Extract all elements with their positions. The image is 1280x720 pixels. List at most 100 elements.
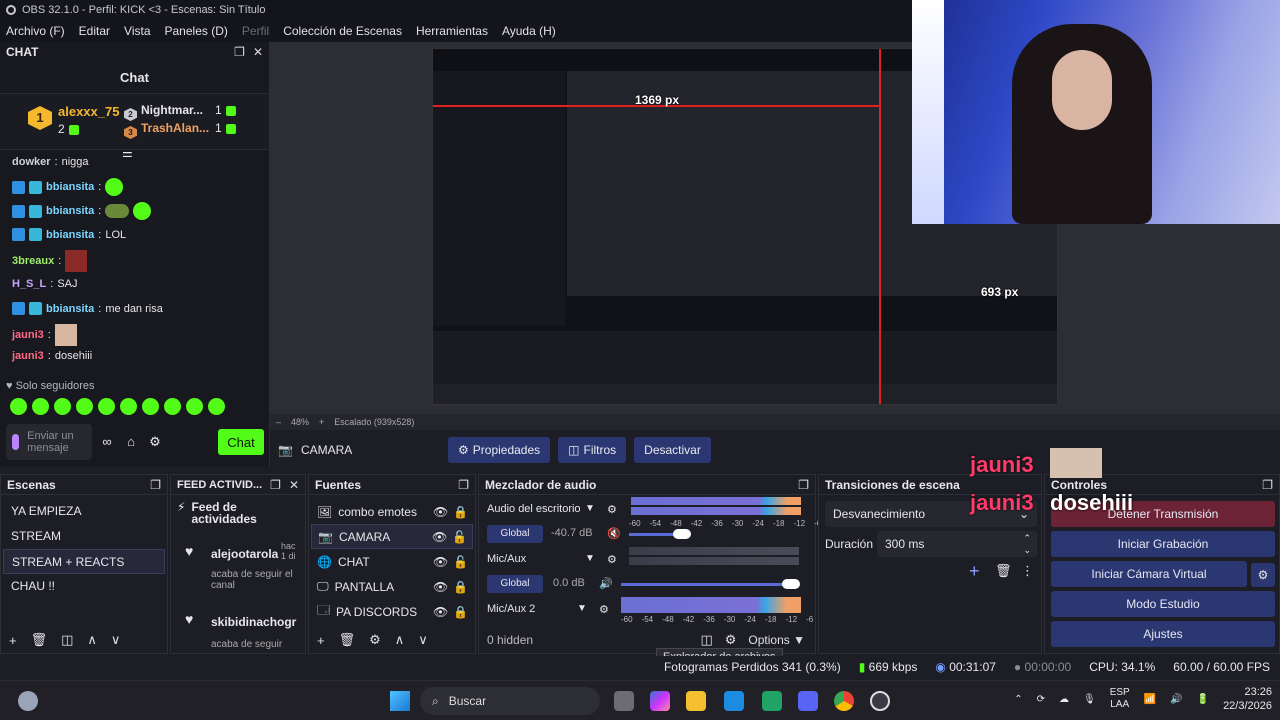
word-icon[interactable] [724, 691, 744, 711]
close-icon[interactable]: ✕ [289, 478, 299, 492]
microphone-icon[interactable]: 🎙 [1083, 694, 1096, 705]
source-item[interactable]: 🗔 PA DISCORDS 👁 🔒 [311, 599, 473, 624]
menu-tools[interactable]: Herramientas [416, 24, 488, 38]
menu-docks[interactable]: Paneles (D) [165, 24, 228, 38]
add-transition-icon[interactable]: + [969, 561, 980, 582]
duration-input[interactable]: 300 ms ⌃ ⌄ [877, 531, 1037, 557]
virtual-camera-settings-icon[interactable]: ⚙ [1251, 563, 1275, 587]
sync-icon[interactable]: ⟳ [1037, 694, 1045, 705]
windows-start-icon[interactable] [390, 691, 410, 711]
trash-icon[interactable]: 🗑 [995, 563, 1012, 579]
float-dock-icon[interactable]: ❐ [458, 478, 469, 492]
add-icon[interactable]: + [317, 633, 325, 648]
zoom-in-icon[interactable]: + [319, 417, 324, 427]
float-dock-icon[interactable]: ❐ [798, 478, 809, 492]
trash-icon[interactable]: 🗑 [31, 632, 48, 648]
second-place-name[interactable]: Nightmar... [141, 103, 203, 117]
chrome-icon[interactable] [834, 691, 854, 711]
volume-icon[interactable]: 🔊 [1170, 694, 1182, 705]
clock[interactable]: 23:26 22/3/2026 [1223, 685, 1272, 713]
filters-button[interactable]: ◫ Filtros [558, 437, 627, 463]
volume-slider-handle[interactable] [782, 579, 800, 589]
scene-item[interactable]: CHAU !! [3, 574, 165, 599]
studio-mode-button[interactable]: Modo Estudio [1051, 591, 1275, 617]
unlock-icon[interactable]: 🔓 [452, 530, 467, 544]
channel-dropdown-icon[interactable]: ▼ [585, 503, 595, 514]
lock-icon[interactable]: 🔒 [453, 505, 468, 519]
chat-input[interactable]: Enviar un mensaje [6, 424, 92, 460]
muted-speaker-icon[interactable]: 🔇 [607, 527, 621, 540]
zoom-out-icon[interactable]: – [276, 417, 281, 427]
channel-settings-icon[interactable]: ⚙ [599, 603, 609, 616]
copilot-icon[interactable] [650, 691, 670, 711]
volume-slider-handle[interactable] [673, 529, 691, 539]
volume-slider[interactable] [621, 583, 791, 586]
source-item-selected[interactable]: 📷 CAMARA 👁 🔓 [311, 524, 473, 549]
microphone-icon[interactable] [12, 434, 20, 450]
taskbar-search[interactable]: ⌕ Buscar [420, 687, 600, 715]
visibility-eye-icon[interactable]: 👁 [433, 505, 448, 519]
settings-gear-icon[interactable]: ⚙ [146, 433, 164, 451]
start-virtual-camera-button[interactable]: Iniciar Cámara Virtual [1051, 561, 1247, 587]
chat-messages[interactable]: ☰ dowker: nigga bbiansita: bbiansita: bbi… [0, 150, 269, 372]
menu-profile[interactable]: Perfil [242, 24, 269, 38]
gear-icon[interactable]: ⚙ [369, 632, 381, 648]
visibility-eye-icon[interactable]: 👁 [433, 605, 448, 619]
menu-scene-collection[interactable]: Colección de Escenas [283, 24, 402, 38]
scene-item-selected[interactable]: STREAM + REACTS [3, 549, 165, 574]
trash-icon[interactable]: 🗑 [339, 632, 356, 648]
settings-button[interactable]: Ajustes [1051, 621, 1275, 647]
move-down-icon[interactable]: ∨ [418, 632, 428, 648]
start-recording-button[interactable]: Iniciar Grabación [1051, 531, 1275, 557]
file-explorer-icon[interactable] [686, 691, 706, 711]
menu-file[interactable]: Archivo (F) [6, 24, 65, 38]
move-down-icon[interactable]: ∨ [111, 632, 121, 648]
lock-icon[interactable]: 🔒 [453, 605, 468, 619]
advanced-audio-icon[interactable]: ⚙ [725, 632, 737, 648]
mixer-layout-icon[interactable]: ◫ [700, 632, 712, 648]
add-icon[interactable]: + [9, 633, 17, 648]
source-item[interactable]: 🌐 CHAT 👁 🔓 [311, 549, 473, 574]
menu-help[interactable]: Ayuda (H) [502, 24, 556, 38]
menu-view[interactable]: Vista [124, 24, 150, 38]
float-dock-icon[interactable]: ❐ [150, 478, 161, 492]
move-up-icon[interactable]: ∧ [395, 632, 405, 648]
deactivate-button[interactable]: Desactivar [634, 437, 711, 463]
obs-taskbar-icon[interactable] [870, 691, 890, 711]
more-options-icon[interactable]: ⋮ [1021, 563, 1034, 579]
third-place-name[interactable]: TrashAlan... [141, 121, 209, 135]
battery-icon[interactable]: 🔋 [1197, 694, 1209, 705]
lock-icon[interactable]: 🔒 [453, 580, 468, 594]
move-up-icon[interactable]: ∧ [87, 632, 97, 648]
visibility-eye-icon[interactable]: 👁 [432, 530, 447, 544]
weather-icon[interactable] [18, 691, 38, 711]
global-tag[interactable]: Global [487, 575, 543, 593]
source-item[interactable]: 🖼 combo emotes 👁 🔒 [311, 499, 473, 524]
properties-button[interactable]: ⚙ Propiedades [448, 437, 551, 463]
channel-dropdown-icon[interactable]: ▼ [577, 603, 587, 614]
filter-icon[interactable]: ◫ [61, 632, 73, 648]
chevron-up-icon[interactable]: ⌃ [1014, 694, 1022, 705]
channel-settings-icon[interactable]: ⚙ [607, 553, 617, 566]
task-view-icon[interactable] [614, 691, 634, 711]
menu-edit[interactable]: Editar [79, 24, 110, 38]
store-icon[interactable]: ⌂ [122, 433, 140, 451]
channel-settings-icon[interactable]: ⚙ [607, 503, 617, 516]
wifi-icon[interactable]: 📶 [1144, 694, 1156, 705]
float-dock-icon[interactable]: ❐ [1262, 478, 1273, 492]
close-icon[interactable]: ✕ [253, 45, 263, 59]
channel-dropdown-icon[interactable]: ▼ [585, 553, 595, 564]
scene-item[interactable]: STREAM [3, 524, 165, 549]
onedrive-icon[interactable]: ☁ [1059, 694, 1069, 705]
source-item[interactable]: 🖵 PANTALLA 👁 🔒 [311, 574, 473, 599]
chat-send-button[interactable]: Chat [218, 429, 264, 455]
scroll-to-bottom-icon[interactable]: ☰ [122, 150, 133, 160]
emote-quick-row[interactable] [10, 398, 225, 415]
first-place-name[interactable]: alexxx_75 [58, 104, 119, 119]
float-dock-icon[interactable]: ❐ [234, 45, 245, 59]
language-indicator[interactable]: ESP LAA [1110, 687, 1130, 711]
infinity-icon[interactable]: ∞ [98, 433, 116, 451]
global-tag[interactable]: Global [487, 525, 543, 543]
float-dock-icon[interactable]: ❐ [270, 478, 281, 492]
visibility-eye-icon[interactable]: 👁 [433, 555, 448, 569]
